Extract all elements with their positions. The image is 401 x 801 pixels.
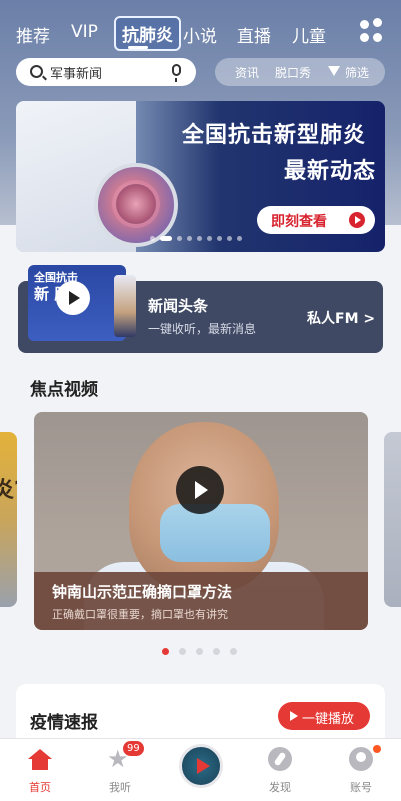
nav-my-listen-label: 我听 (109, 781, 131, 794)
page-dot (230, 648, 237, 655)
news-fm-card[interactable]: 全国抗击 新 肺炎 新闻头条 一键收听，最新消息 私人FM > (18, 265, 383, 353)
banner-subtitle: 最新动态 (284, 159, 377, 184)
tab-novel[interactable]: 小说 (183, 22, 217, 47)
nav-home[interactable]: 首页 (10, 739, 70, 801)
epidemic-title: 疫情速报 (30, 713, 98, 733)
fm-subtitle: 一键收听，最新消息 (148, 322, 257, 336)
play-all-button[interactable]: 一键播放 (278, 702, 370, 730)
center-player-button[interactable] (179, 744, 223, 788)
page-dot (237, 236, 242, 241)
play-icon (290, 711, 298, 721)
view-now-label: 即刻查看 (271, 214, 327, 230)
video-card-next[interactable] (384, 432, 401, 607)
epidemic-news-card: 疫情速报 一键播放 (16, 684, 385, 744)
page-dot (179, 648, 186, 655)
tab-children[interactable]: 儿童 (292, 22, 326, 47)
video-image (160, 504, 270, 562)
play-icon[interactable] (56, 281, 90, 315)
nav-discover[interactable]: 发现 (250, 739, 310, 801)
quick-link-filter[interactable]: 筛选 (345, 64, 369, 81)
video-pagination (162, 648, 242, 656)
nav-my-listen[interactable]: ★ 99 我听 (90, 739, 150, 801)
quick-link-news[interactable]: 资讯 (235, 64, 259, 81)
virus-image (116, 184, 156, 224)
notification-badge: 99 (123, 741, 144, 756)
dot-icon (373, 33, 382, 42)
active-tab-indicator (128, 46, 148, 49)
video-card-prev[interactable]: 炎? (0, 432, 17, 607)
nav-account[interactable]: 账号 (331, 739, 391, 801)
fm-title: 新闻头条 (148, 297, 209, 315)
notification-dot (373, 745, 381, 753)
page-dot (197, 236, 202, 241)
page-dot (177, 236, 182, 241)
play-all-label: 一键播放 (302, 712, 355, 727)
page-dot-active (160, 236, 172, 241)
page-dot (150, 236, 155, 241)
top-tabs: 推荐 VIP 抗肺炎 小说 直播 儿童 (0, 16, 401, 52)
search-icon (30, 65, 43, 78)
filter-icon (328, 66, 340, 76)
quick-links: 资讯 脱口秀 筛选 (215, 58, 385, 86)
video-card[interactable]: 钟南山示范正确摘口罩方法 正确戴口罩很重要，摘口罩也有讲究 (34, 412, 368, 630)
compass-icon (268, 747, 292, 771)
page-dot (213, 648, 220, 655)
dot-icon (360, 20, 369, 29)
nav-discover-label: 发现 (269, 781, 291, 794)
tab-vip[interactable]: VIP (71, 22, 98, 42)
focus-video-title: 焦点视频 (30, 380, 98, 400)
page-dot-active (162, 648, 169, 655)
nav-home-label: 首页 (29, 781, 51, 794)
news-thumbnail-side (114, 275, 136, 337)
private-fm-link[interactable]: 私人FM > (307, 308, 375, 328)
page-dot (217, 236, 222, 241)
promo-banner[interactable]: 全国抗击新型肺炎 最新动态 即刻查看 (16, 101, 385, 252)
page-dot (196, 648, 203, 655)
dot-icon (360, 33, 369, 42)
page-dot (207, 236, 212, 241)
search-input[interactable]: 军事新闻 (16, 58, 196, 86)
tab-live[interactable]: 直播 (237, 22, 271, 47)
page-dot (187, 236, 192, 241)
home-icon (28, 749, 52, 770)
nav-account-label: 账号 (350, 781, 372, 794)
prev-card-text: 炎? (0, 478, 17, 503)
video-title: 钟南山示范正确摘口罩方法 (52, 583, 233, 601)
video-caption: 钟南山示范正确摘口罩方法 正确戴口罩很重要，摘口罩也有讲究 (34, 572, 368, 630)
tab-recommend[interactable]: 推荐 (16, 22, 50, 47)
search-placeholder: 军事新闻 (50, 67, 103, 82)
page-dot (227, 236, 232, 241)
play-circle-icon (349, 212, 365, 228)
microphone-icon[interactable] (172, 64, 181, 82)
more-categories-button[interactable] (360, 18, 386, 46)
video-subtitle: 正确戴口罩很重要，摘口罩也有讲究 (52, 608, 228, 621)
banner-pagination (150, 236, 250, 242)
view-now-button[interactable]: 即刻查看 (257, 206, 375, 234)
play-icon[interactable] (176, 466, 224, 514)
quick-link-talkshow[interactable]: 脱口秀 (275, 64, 311, 81)
account-icon (349, 747, 373, 771)
banner-title: 全国抗击新型肺炎 (182, 123, 367, 148)
dot-icon (373, 18, 382, 27)
